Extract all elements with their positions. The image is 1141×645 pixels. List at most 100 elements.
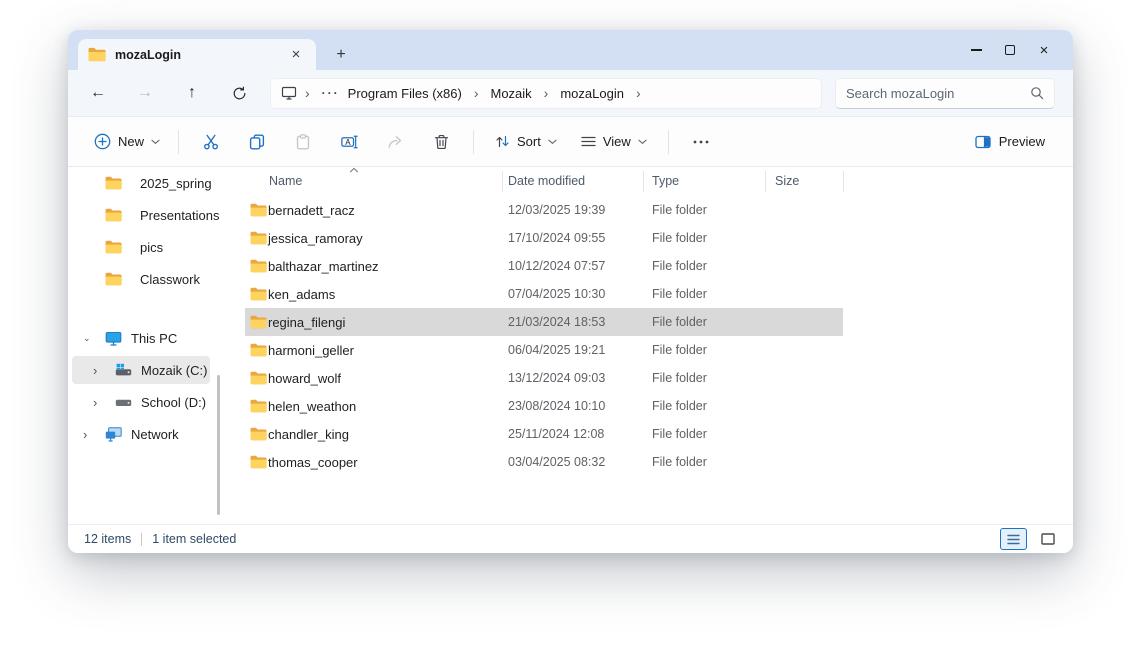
chevron-right-icon[interactable]: › xyxy=(93,364,103,377)
sidebar-item-this-pc[interactable]: ⌄ This PC xyxy=(72,324,210,352)
breadcrumb-segment-mozalogin[interactable]: mozaLogin xyxy=(556,84,628,103)
sidebar-scrollbar[interactable] xyxy=(217,375,220,515)
sidebar-item-mozaik-c[interactable]: › Mozaik (C:) xyxy=(72,356,210,384)
file-row[interactable]: helen_weathon 23/08/2024 10:10 File fold… xyxy=(245,392,843,420)
column-divider[interactable] xyxy=(502,171,503,192)
sort-icon xyxy=(495,134,510,149)
share-button[interactable] xyxy=(376,125,414,159)
search-box[interactable] xyxy=(835,78,1055,109)
delete-button[interactable] xyxy=(422,125,460,159)
rename-icon: A xyxy=(341,134,358,150)
minimize-button[interactable] xyxy=(959,35,993,65)
chevron-down-icon[interactable]: ⌄ xyxy=(83,334,93,343)
sidebar-folder-item[interactable]: Classwork xyxy=(72,265,210,293)
plus-circle-icon xyxy=(94,133,111,150)
paste-button[interactable] xyxy=(284,125,322,159)
refresh-icon xyxy=(232,86,247,101)
file-row[interactable]: jessica_ramoray 17/10/2024 09:55 File fo… xyxy=(245,224,843,252)
system-drive-icon xyxy=(115,363,132,377)
paste-icon xyxy=(295,134,311,150)
file-name: regina_filengi xyxy=(268,315,502,330)
breadcrumb-segment-mozaik[interactable]: Mozaik xyxy=(486,84,535,103)
file-name: thomas_cooper xyxy=(268,455,502,470)
close-button[interactable]: × xyxy=(1027,35,1061,65)
file-name: helen_weathon xyxy=(268,399,502,414)
breadcrumb-chevron-icon[interactable]: › xyxy=(536,85,557,101)
sidebar-item-label: This PC xyxy=(131,331,177,346)
ellipsis-icon xyxy=(693,140,709,144)
file-row[interactable]: bernadett_racz 12/03/2025 19:39 File fol… xyxy=(245,196,843,224)
file-date-modified: 21/03/2024 18:53 xyxy=(502,315,646,329)
file-date-modified: 13/12/2024 09:03 xyxy=(502,371,646,385)
new-tab-button[interactable]: + xyxy=(330,44,352,66)
file-type: File folder xyxy=(646,427,769,441)
refresh-button[interactable] xyxy=(223,78,255,108)
file-type: File folder xyxy=(646,315,769,329)
preview-toggle-label: Preview xyxy=(999,134,1045,149)
large-icons-view-button[interactable] xyxy=(1034,528,1061,550)
sidebar-folder-item[interactable]: 2025_spring xyxy=(72,169,210,197)
column-header-size[interactable]: Size xyxy=(769,174,843,188)
folder-icon xyxy=(250,259,267,273)
details-view-button[interactable] xyxy=(1000,528,1027,550)
file-type: File folder xyxy=(646,203,769,217)
chevron-down-icon xyxy=(548,139,557,145)
cut-button[interactable] xyxy=(192,125,230,159)
breadcrumb-chevron-icon[interactable]: › xyxy=(628,85,649,101)
preview-toggle-button[interactable]: Preview xyxy=(967,128,1053,155)
chevron-down-icon xyxy=(638,139,647,145)
file-row[interactable]: harmoni_geller 06/04/2025 19:21 File fol… xyxy=(245,336,843,364)
rename-button[interactable]: A xyxy=(330,125,368,159)
column-header-name[interactable]: Name xyxy=(268,174,502,188)
sidebar-item-school-d[interactable]: › School (D:) xyxy=(72,388,210,416)
drive-icon xyxy=(115,395,132,409)
sidebar-folder-item[interactable]: Presentations xyxy=(72,201,210,229)
search-input[interactable] xyxy=(846,86,1030,101)
sort-button-label: Sort xyxy=(517,134,541,149)
forward-button[interactable]: → xyxy=(129,78,161,108)
more-options-button[interactable] xyxy=(682,125,720,159)
column-header-date-modified[interactable]: Date modified xyxy=(502,174,646,188)
address-bar[interactable]: › ··· Program Files (x86) › Mozaik › moz… xyxy=(270,78,822,109)
file-row[interactable]: regina_filengi 21/03/2024 18:53 File fol… xyxy=(245,308,843,336)
breadcrumb-segment-program-files[interactable]: Program Files (x86) xyxy=(344,84,466,103)
column-divider[interactable] xyxy=(643,171,644,192)
file-row[interactable]: howard_wolf 13/12/2024 09:03 File folder xyxy=(245,364,843,392)
sidebar-folder-item[interactable]: pics xyxy=(72,233,210,261)
view-button[interactable]: View xyxy=(573,128,655,155)
file-date-modified: 23/08/2024 10:10 xyxy=(502,399,646,413)
folder-icon xyxy=(250,343,267,357)
maximize-icon xyxy=(1005,45,1015,55)
explorer-tab[interactable]: mozaLogin × xyxy=(78,39,316,70)
tab-close-icon[interactable]: × xyxy=(286,45,306,65)
copy-button[interactable] xyxy=(238,125,276,159)
maximize-button[interactable] xyxy=(993,35,1027,65)
column-headers: Name Date modified Type Size xyxy=(245,167,843,196)
status-divider xyxy=(141,533,142,546)
view-button-label: View xyxy=(603,134,631,149)
column-divider[interactable] xyxy=(843,171,844,192)
up-button[interactable]: ↑ xyxy=(176,78,208,108)
selection-count: 1 item selected xyxy=(152,532,236,546)
folder-icon xyxy=(250,315,267,329)
sidebar-item-network[interactable]: › Network xyxy=(72,420,210,448)
chevron-right-icon[interactable]: › xyxy=(93,396,103,409)
column-header-type[interactable]: Type xyxy=(646,174,769,188)
back-button[interactable]: ← xyxy=(82,78,114,108)
folder-icon xyxy=(250,399,267,413)
file-row[interactable]: chandler_king 25/11/2024 12:08 File fold… xyxy=(245,420,843,448)
file-name: ken_adams xyxy=(268,287,502,302)
file-row[interactable]: thomas_cooper 03/04/2025 08:32 File fold… xyxy=(245,448,843,476)
view-icon xyxy=(581,135,596,148)
sidebar-item-label: School (D:) xyxy=(141,395,206,410)
file-row[interactable]: ken_adams 07/04/2025 10:30 File folder xyxy=(245,280,843,308)
network-icon xyxy=(105,427,122,442)
folder-icon xyxy=(250,455,267,469)
chevron-right-icon[interactable]: › xyxy=(83,428,93,441)
address-ellipsis-button[interactable]: ··· xyxy=(318,86,344,100)
new-button[interactable]: New xyxy=(85,127,169,156)
breadcrumb-chevron-icon[interactable]: › xyxy=(466,85,487,101)
file-row[interactable]: balthazar_martinez 10/12/2024 07:57 File… xyxy=(245,252,843,280)
sort-button[interactable]: Sort xyxy=(487,128,565,155)
column-divider[interactable] xyxy=(765,171,766,192)
